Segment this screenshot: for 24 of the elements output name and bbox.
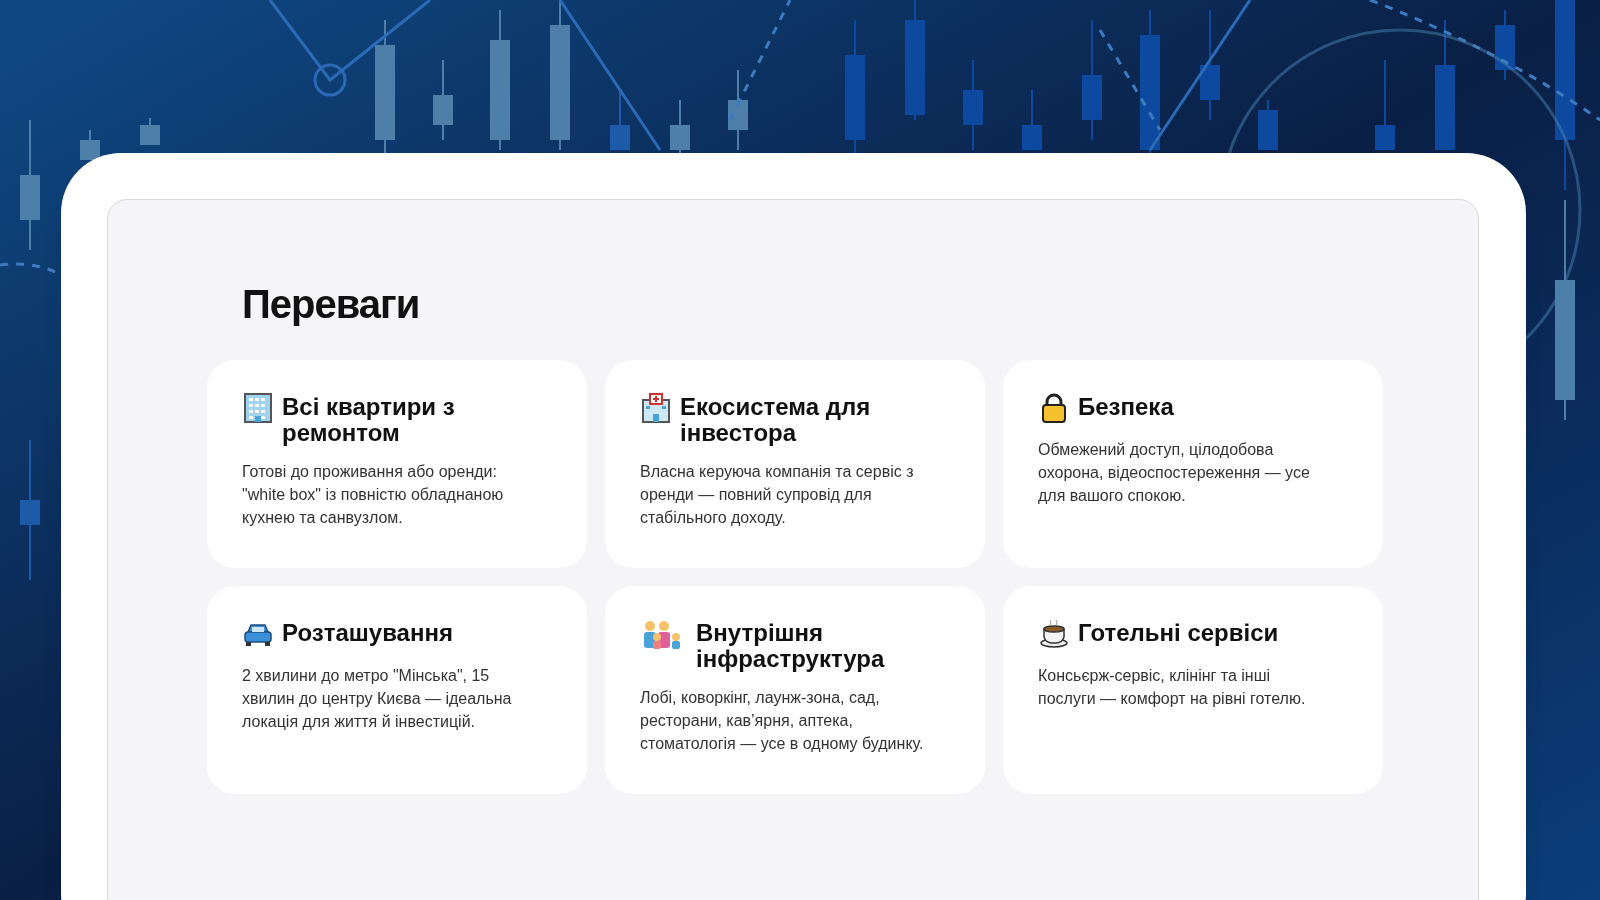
- candlestick: [670, 99, 690, 156]
- candlestick: [1495, 9, 1515, 81]
- card-text: Готові до проживання або оренди: "white box" із повністю обладнаною кухнею та санвузлом.: [242, 462, 505, 528]
- card-text: Власна керуюча компанія та сервіс з оренди — повний супровід для стабільного доходу.: [640, 462, 915, 528]
- card-title: Екосистема для інвестора: [680, 392, 872, 446]
- card-text: Обмежений доступ, цілодобова охорона, відеоспостереження — усе для вашого спокою.: [1038, 440, 1311, 506]
- hospital-icon: [640, 392, 672, 424]
- card-title: Всі квартири з ремонтом: [282, 392, 456, 446]
- candlestick: [1258, 99, 1278, 151]
- ring-marker: [313, 63, 347, 97]
- card-title: Готельні сервіси: [1078, 618, 1279, 646]
- candlestick: [610, 89, 630, 151]
- coffee-cup-icon: [1038, 618, 1070, 650]
- candlestick: [1022, 89, 1042, 151]
- card-title: Безпека: [1078, 392, 1174, 420]
- card-title: Внутрішня інфраструктура: [696, 618, 886, 672]
- candlestick: [140, 117, 160, 146]
- card-text: Лобі, коворкінг, лаунж-зона, сад, ресторани, кав’ярня, аптека, стоматологія — усе в одному будинку.: [640, 688, 925, 754]
- card-title: Розташування: [282, 618, 453, 646]
- section-title: Переваги: [241, 281, 421, 328]
- building-icon: [242, 392, 274, 424]
- card-text: 2 хвилини до метро "Мінська", 15 хвилин до центру Києва — ідеальна локація для життя й інвестицій.: [242, 666, 513, 732]
- card-text: Консьєрж-сервіс, клінінг та інші послуги — комфорт на рівні готелю.: [1038, 666, 1307, 709]
- candlestick: [80, 129, 100, 161]
